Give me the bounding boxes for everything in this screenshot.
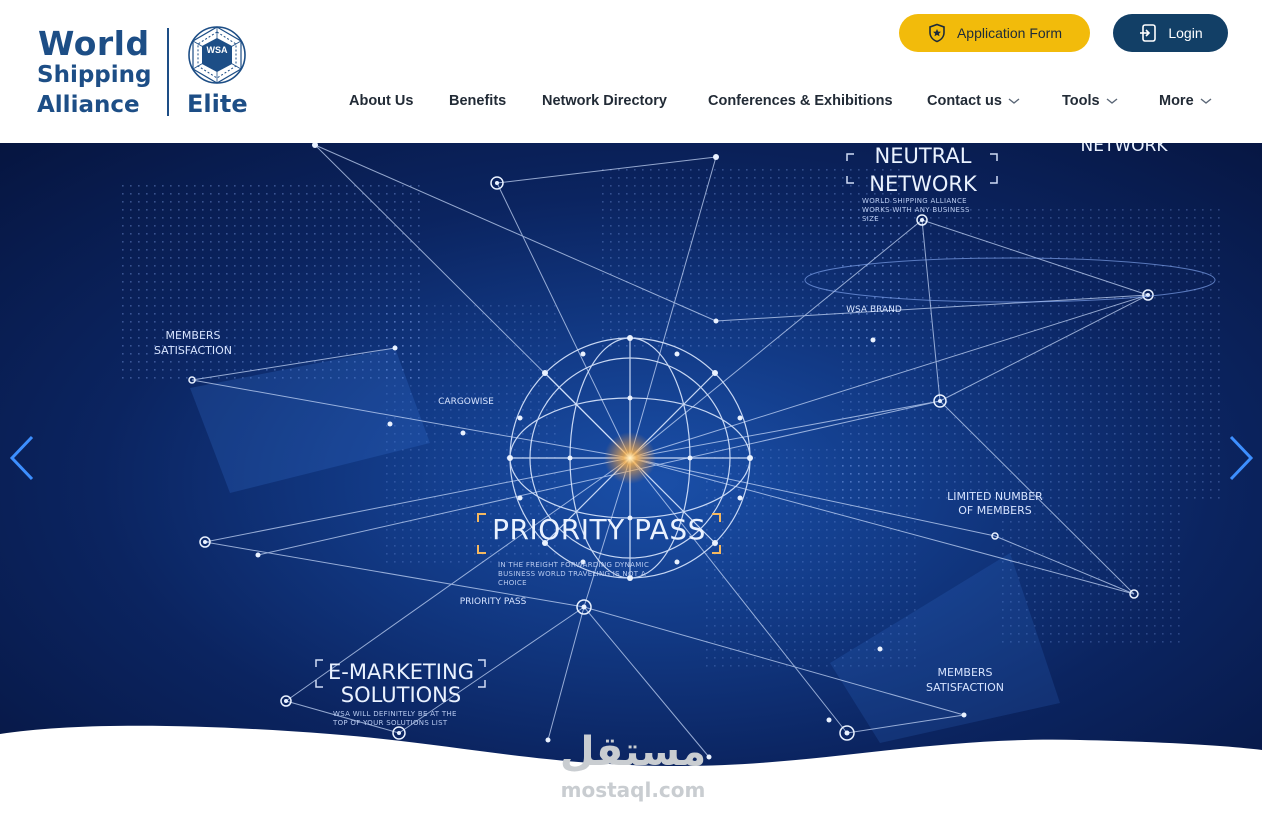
hero-slider: PRIORITY PASS IN THE FREIGHT FORWARDING … [0,143,1262,822]
logo-line-shipping: Shipping [37,62,152,88]
logo-line-alliance: Alliance [37,92,140,118]
chevron-left-icon[interactable] [8,433,38,483]
logo-line-world: World [38,24,150,63]
emarketing-line1: E-MARKETING [328,660,474,684]
login-label: Login [1168,25,1203,41]
site-header: World Shipping Alliance WSA Elite Applic… [0,0,1262,143]
application-form-button[interactable]: Application Form [899,14,1090,52]
nav-item-about-us[interactable]: About Us [349,91,413,111]
emarketing-line2: SOLUTIONS [340,683,462,707]
chevron-down-icon [1008,98,1020,104]
wsa-brand-label: WSA BRAND [846,305,902,315]
nav-item-label: Network Directory [542,93,667,109]
globe-emblem-icon: WSA [186,24,248,86]
hero-headline-subtext: IN THE FREIGHT FORWARDING DYNAMIC BUSINE… [498,561,650,587]
nav-item-conferences[interactable]: Conferences & Exhibitions [708,91,893,111]
site-logo[interactable]: World Shipping Alliance WSA Elite [36,24,251,120]
members-satisfaction-left-label: MEMBERS SATISFACTION [154,329,232,357]
nav-item-network-directory[interactable]: Network Directory [542,91,667,111]
nav-item-more[interactable]: More [1159,91,1213,111]
chevron-down-icon [1106,98,1118,104]
application-form-label: Application Form [956,25,1063,41]
hero-headline: PRIORITY PASS [492,513,706,546]
watermark-latin: mostaql.com [560,778,706,802]
neutral-network-subtext: WORLD SHIPPING ALLIANCE WORKS WITH ANY B… [862,197,970,223]
watermark-arabic: مستقل [559,729,707,775]
nav-item-label: Conferences & Exhibitions [708,93,893,109]
priority-pass-small-label: PRIORITY PASS [459,597,527,607]
nav-item-tools[interactable]: Tools [1062,91,1119,111]
logo-elite: Elite [187,90,248,118]
shield-star-icon [929,23,945,43]
neutral-network-line1: NEUTRAL [874,144,972,168]
cargowise-label: CARGOWISE [438,397,494,407]
watermark: مستقل mostaql.com [553,730,713,810]
members-satisfaction-right-label: MEMBERS SATISFACTION [926,666,1004,694]
nav-item-label: Contact us [927,93,1002,109]
login-button[interactable]: Login [1113,14,1228,52]
logo-emblem-label: WSA [206,45,228,55]
nav-item-contact-us[interactable]: Contact us [927,91,1021,111]
logo-divider [167,28,169,116]
nav-item-label: Benefits [449,93,507,109]
nav-item-benefits[interactable]: Benefits [449,91,506,111]
nav-item-label: More [1159,93,1194,109]
nav-item-label: Tools [1062,93,1100,109]
chevron-down-icon [1200,98,1212,104]
nav-item-label: About Us [349,93,414,109]
limited-number-label: LIMITED NUMBER OF MEMBERS [947,490,1043,517]
network-top-label: NETWORK [1080,143,1168,156]
chevron-right-icon[interactable] [1225,433,1255,483]
login-icon [1140,24,1157,42]
neutral-network-line2: NETWORK [869,172,977,196]
network-background-graphic [120,143,1220,760]
